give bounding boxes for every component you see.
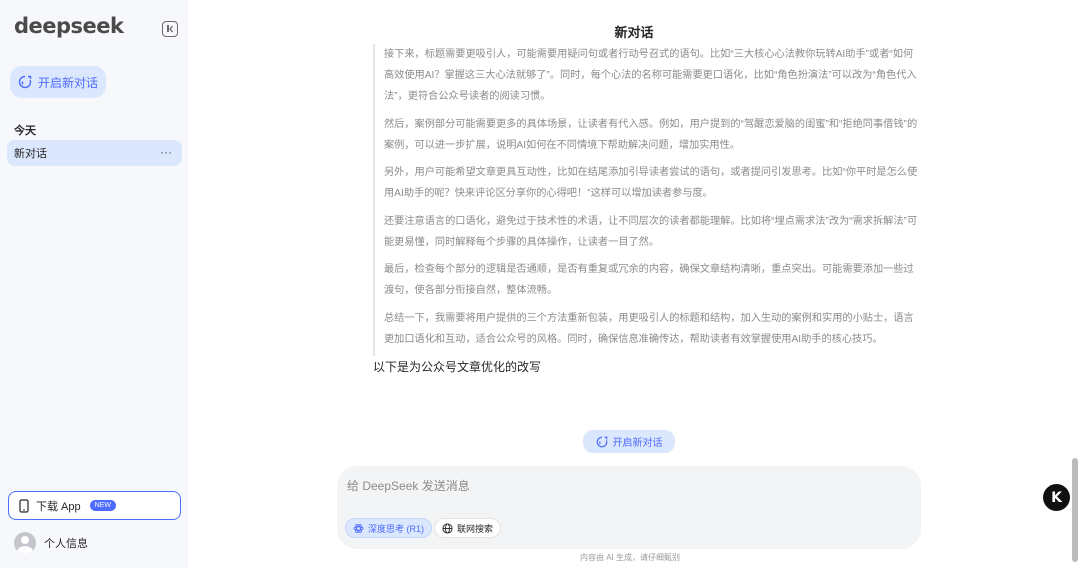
deepseek-logo[interactable]: deepseek bbox=[14, 14, 124, 38]
new-chat-icon bbox=[596, 436, 607, 447]
deep-think-label: 深度思考 (R1) bbox=[368, 523, 424, 534]
ai-disclaimer: 内容由 AI 生成，请仔细甄别 bbox=[579, 553, 680, 562]
floating-assistant-badge[interactable]: K bbox=[1043, 484, 1070, 511]
thinking-paragraph: 然后，案例部分可能需要更多的具体场景，让读者有代入感。例如，用户提到的“驾醒恋爱… bbox=[384, 118, 918, 151]
deep-think-toggle[interactable]: 深度思考 (R1) bbox=[345, 518, 432, 538]
globe-icon bbox=[442, 522, 453, 534]
profile-button[interactable]: 个人信息 bbox=[14, 532, 88, 554]
new-chat-button[interactable]: 开启新对话 bbox=[10, 66, 106, 98]
phone-icon bbox=[19, 498, 29, 513]
download-app-button[interactable]: 下载 App NEW bbox=[8, 491, 181, 520]
sidebar: deepseek 开启新对话 今天 新对话 ··· 下载 App NEW 个人信… bbox=[0, 0, 188, 568]
thinking-paragraph: 另外，用户可能希望文章更具互动性，比如在结尾添加引导读者尝试的语句，或者提问引发… bbox=[384, 167, 918, 199]
floating-new-chat-button[interactable]: 开启新对话 bbox=[583, 430, 675, 453]
new-chat-label: 开启新对话 bbox=[38, 75, 99, 90]
message-composer: 深度思考 (R1) 联网搜索 bbox=[337, 466, 921, 549]
collapse-sidebar-icon[interactable] bbox=[162, 21, 178, 37]
avatar-icon bbox=[14, 532, 36, 554]
chat-main: 新对话 接下来，标题需要更吸引人，可能需要用疑问句或者行动号召式的语句。比如“三… bbox=[188, 0, 1080, 568]
web-search-toggle[interactable]: 联网搜索 bbox=[434, 518, 502, 538]
chat-item-label: 新对话 bbox=[14, 148, 47, 160]
profile-label: 个人信息 bbox=[44, 538, 88, 550]
scrollbar-thumb[interactable] bbox=[1072, 458, 1078, 562]
answer-heading: 以下是为公众号文章优化的改写 bbox=[373, 360, 542, 374]
page-title: 新对话 bbox=[614, 25, 654, 40]
new-chat-icon bbox=[18, 75, 32, 89]
atom-icon bbox=[353, 523, 364, 533]
section-today-heading: 今天 bbox=[14, 125, 36, 137]
thinking-paragraph: 总结一下，我需要将用户提供的三个方法重新包装，用更吸引人的标题和结构，加入生动的… bbox=[384, 312, 914, 345]
thinking-content: 接下来，标题需要更吸引人，可能需要用疑问句或者行动号召式的语句。比如“三大核心心… bbox=[373, 44, 918, 356]
thinking-paragraph: 还要注意语言的口语化，避免过于技术性的术语，让不同层次的读者都能理解。比如将“埋… bbox=[384, 215, 918, 248]
message-input[interactable] bbox=[347, 476, 847, 496]
chat-list-item[interactable]: 新对话 ··· bbox=[7, 140, 182, 166]
thinking-paragraph: 最后，检查每个部分的逻辑是否通顺，是否有重复或冗余的内容，确保文章结构清晰，重点… bbox=[384, 264, 914, 296]
more-options-icon[interactable]: ··· bbox=[160, 146, 172, 158]
new-badge: NEW bbox=[89, 500, 116, 511]
download-app-label: 下载 App bbox=[36, 500, 81, 513]
floating-new-chat-label: 开启新对话 bbox=[612, 438, 663, 449]
web-search-label: 联网搜索 bbox=[457, 523, 494, 534]
thinking-paragraph: 接下来，标题需要更吸引人，可能需要用疑问句或者行动号召式的语句。比如“三大核心心… bbox=[384, 49, 917, 102]
